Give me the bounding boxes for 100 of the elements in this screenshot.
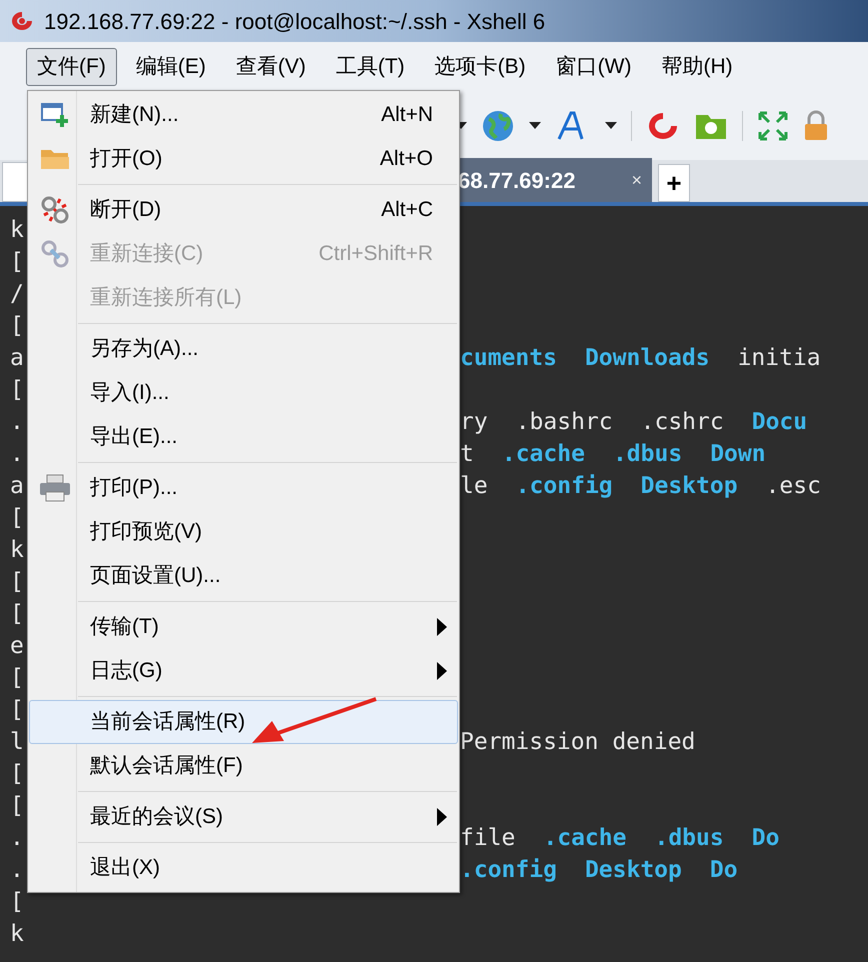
- terminal-text: ry: [460, 408, 488, 437]
- terminal-text: Do: [752, 824, 780, 853]
- menu-item-label: 导出(E)...: [90, 424, 178, 450]
- submenu-arrow-icon: [437, 662, 447, 680]
- shortcut-label: Alt+O: [380, 146, 433, 172]
- terminal-text: .cache: [502, 440, 585, 469]
- terminal-text: Do: [710, 856, 738, 885]
- shortcut-label: Alt+C: [381, 197, 433, 224]
- menu-item[interactable]: 打印(P)...: [29, 466, 458, 510]
- menu-item-label: 退出(X): [90, 855, 160, 882]
- caret-icon: [605, 122, 617, 130]
- terminal-text: [: [10, 760, 25, 789]
- menu-item-label: 日志(G): [90, 658, 162, 684]
- menu-item-label: 打开(O): [90, 146, 162, 172]
- menu-bar-item[interactable]: 编辑(E): [124, 48, 217, 86]
- submenu-arrow-icon: [437, 618, 447, 636]
- fullscreen-icon[interactable]: [757, 110, 789, 142]
- terminal-text: [: [10, 504, 25, 533]
- menu-bar-item[interactable]: 工具(T): [324, 48, 416, 86]
- terminal-text: .config: [460, 856, 557, 885]
- terminal-text: [: [10, 312, 25, 341]
- folder-icon: [40, 147, 70, 171]
- menu-item[interactable]: 导入(I)...: [29, 371, 458, 415]
- terminal-text: k: [10, 920, 25, 949]
- menu-item-label: 打印(P)...: [90, 475, 178, 502]
- close-button[interactable]: ×: [627, 166, 646, 194]
- terminal-text: [: [10, 696, 25, 725]
- terminal-text: .: [10, 408, 25, 437]
- menu-item-label: 重新连接所有(L): [90, 285, 242, 312]
- printer-icon: [39, 474, 71, 502]
- terminal-text: Docu: [752, 408, 808, 437]
- terminal-text: .dbus: [612, 440, 682, 469]
- new-tab-button[interactable]: +: [658, 164, 690, 202]
- lock-icon[interactable]: [803, 110, 829, 142]
- terminal-text: t: [460, 440, 474, 469]
- terminal-text: .cache: [543, 824, 626, 853]
- terminal-text: [: [10, 600, 25, 629]
- menu-bar-item[interactable]: 查看(V): [224, 48, 317, 86]
- terminal-text: [: [10, 248, 25, 277]
- terminal-text: [: [10, 568, 25, 597]
- menu-item[interactable]: 另存为(A)...: [29, 327, 458, 371]
- terminal-text: l: [10, 728, 25, 757]
- terminal-text: a: [10, 472, 25, 501]
- terminal-text: Downloads: [584, 344, 710, 373]
- terminal-text: .cshrc: [640, 408, 724, 437]
- menu-item[interactable]: 新建(N)... Alt+N: [29, 93, 458, 137]
- spiral-logo-icon[interactable]: [646, 110, 680, 142]
- menu-item[interactable]: 最近的会议(S): [29, 795, 458, 839]
- terminal-text: Desktop: [584, 856, 682, 885]
- terminal-text: file: [460, 824, 516, 853]
- terminal-text: .: [10, 856, 25, 885]
- menu-bar-item[interactable]: 文件(F): [26, 48, 117, 86]
- terminal-text: [: [10, 792, 25, 821]
- menu-item[interactable]: 打印预览(V): [29, 510, 458, 554]
- menu-item-label: 打印预览(V): [90, 519, 202, 546]
- terminal-text: [: [10, 376, 25, 405]
- menu-item[interactable]: 当前会话属性(R): [29, 700, 458, 744]
- menu-item[interactable]: 默认会话属性(F): [29, 744, 458, 788]
- menu-bar-item[interactable]: 帮助(H): [650, 48, 744, 86]
- terminal-text: e: [10, 632, 25, 661]
- new-window-icon: [41, 101, 69, 129]
- terminal-text: initia: [738, 344, 821, 373]
- menu-item-label: 导入(I)...: [90, 380, 170, 406]
- menu-item[interactable]: 导出(E)...: [29, 415, 458, 459]
- link-icon: [40, 239, 70, 269]
- menu-item-label: 默认会话属性(F): [90, 753, 243, 780]
- caret-icon: [529, 122, 541, 130]
- terminal-text: [: [10, 664, 25, 693]
- menu-item-label: 另存为(A)...: [90, 336, 198, 362]
- menu-item-label: 当前会话属性(R): [90, 709, 246, 736]
- terminal-text: .config: [516, 472, 613, 501]
- window-title: 192.168.77.69:22 - root@localhost:~/.ssh - Xshell 6: [44, 8, 546, 36]
- menu-item-label: 重新连接(C): [90, 241, 204, 268]
- terminal-text: .dbus: [654, 824, 724, 853]
- terminal-text: .: [10, 440, 25, 469]
- menu-item-label: 最近的会议(S): [90, 804, 223, 830]
- terminal-text: k: [10, 536, 25, 565]
- terminal-text: [: [10, 888, 25, 917]
- menu-item[interactable]: 页面设置(U)...: [29, 554, 458, 598]
- menu-item-label: 页面设置(U)...: [90, 563, 221, 590]
- terminal-text: cuments: [460, 344, 557, 373]
- shortcut-label: Ctrl+Shift+R: [318, 241, 433, 268]
- menu-item[interactable]: 传输(T): [29, 605, 458, 649]
- terminal-text: .bashrc: [516, 408, 613, 437]
- menu-item[interactable]: 日志(G): [29, 649, 458, 693]
- terminal-text: .: [10, 824, 25, 853]
- terminal-text: Permission denied: [460, 728, 696, 757]
- globe-icon[interactable]: [481, 109, 515, 143]
- menu-bar-item[interactable]: 选项卡(B): [424, 48, 537, 86]
- menu-bar-item[interactable]: 窗口(W): [544, 48, 642, 86]
- menu-item[interactable]: 退出(X): [29, 846, 458, 890]
- submenu-arrow-icon: [437, 808, 447, 826]
- terminal-text: k: [10, 216, 25, 245]
- terminal-text: Down: [710, 440, 766, 469]
- terminal-text: le: [460, 472, 488, 501]
- broken-link-icon: [40, 195, 70, 225]
- terminal-text: Desktop: [640, 472, 738, 501]
- terminal-text: a: [10, 344, 25, 373]
- menu-item-label: 新建(N)...: [90, 102, 179, 128]
- menu-item-label: 传输(T): [90, 614, 159, 640]
